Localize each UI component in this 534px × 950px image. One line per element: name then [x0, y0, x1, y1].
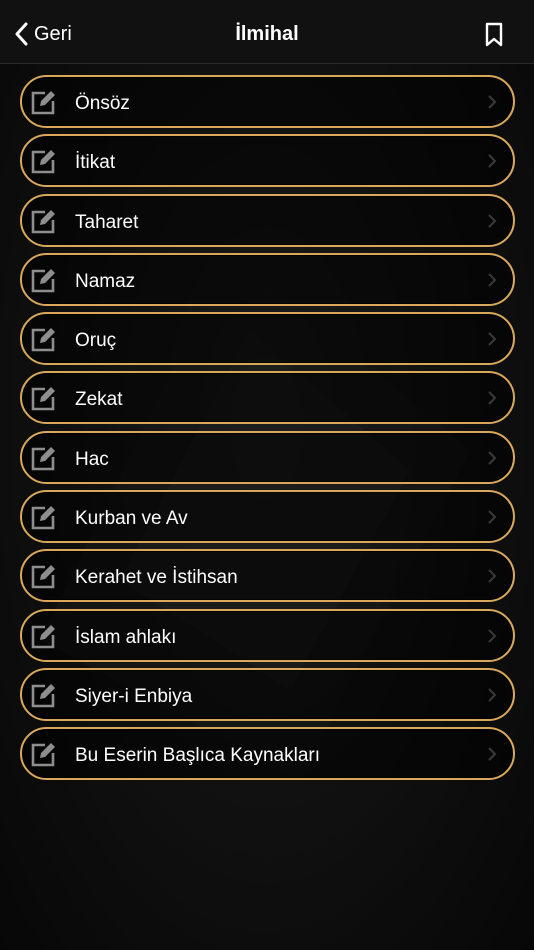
edit-icon: [31, 328, 55, 352]
edit-icon: [31, 91, 55, 115]
chevron-right-icon: [488, 332, 497, 346]
list-item-label: Kurban ve Av: [75, 508, 188, 530]
edit-icon: [31, 683, 55, 708]
navigation-bar: Geri İlmihal: [0, 0, 534, 64]
chevron-right-icon: [488, 273, 497, 287]
list-item[interactable]: Önsöz: [20, 75, 515, 128]
chevron-right-icon: [488, 451, 497, 465]
list-item-label: Taharet: [75, 211, 139, 233]
list-item[interactable]: Taharet: [20, 193, 515, 247]
list-item-label: Oruç: [75, 330, 117, 352]
edit-icon: [31, 268, 55, 293]
list-item-label: Bu Eserin Başlıca Kaynakları: [75, 745, 321, 767]
list-item[interactable]: Siyer-i Enbiya: [20, 667, 515, 721]
chevron-right-icon: [488, 154, 497, 169]
chevron-right-icon: [488, 95, 497, 109]
list-item-label: Zekat: [75, 389, 123, 411]
list-item-label: Siyer-i Enbiya: [75, 685, 193, 707]
list-item[interactable]: Kerahet ve İstihsan: [20, 549, 515, 603]
chevron-right-icon: [488, 628, 497, 643]
chevron-right-icon: [488, 747, 497, 761]
list-item-label: Kerahet ve İstihsan: [75, 567, 238, 589]
edit-icon: [31, 743, 55, 767]
list-item[interactable]: Zekat: [20, 371, 515, 425]
list-item-label: Namaz: [75, 270, 136, 292]
list-item[interactable]: Kurban ve Av: [20, 490, 515, 544]
chevron-right-icon: [488, 391, 497, 406]
edit-icon: [31, 209, 55, 233]
edit-icon: [31, 150, 55, 174]
edit-icon: [31, 506, 55, 530]
page-title: İlmihal: [235, 23, 299, 45]
list-item[interactable]: Oruç: [20, 312, 515, 366]
list-item[interactable]: Namaz: [20, 252, 515, 306]
edit-icon: [31, 565, 55, 589]
list-item[interactable]: İslam ahlakı: [20, 608, 515, 662]
list-item[interactable]: İtikat: [20, 134, 515, 188]
list-item[interactable]: Hac: [20, 430, 515, 484]
edit-icon: [31, 387, 55, 411]
bookmark-icon: [485, 22, 503, 47]
edit-icon: [31, 624, 55, 648]
edit-icon: [31, 446, 55, 471]
back-button[interactable]: Geri: [14, 18, 72, 50]
bookmark-button[interactable]: [482, 22, 506, 48]
list-item[interactable]: Bu Eserin Başlıca Kaynakları: [20, 727, 515, 781]
chevron-right-icon: [488, 569, 497, 584]
list-item-label: Hac: [75, 448, 109, 470]
list-item-label: İslam ahlakı: [75, 626, 177, 648]
chevron-right-icon: [488, 510, 497, 524]
list-item-label: Önsöz: [75, 93, 130, 114]
back-label: Geri: [34, 22, 72, 45]
chevron-right-icon: [488, 213, 497, 228]
chevron-right-icon: [488, 688, 497, 702]
chevron-left-icon: [15, 22, 28, 46]
list-item-label: İtikat: [75, 152, 116, 174]
chapter-list: Önsöz İtikat Taharet Namaz Oruç Zekat Ha…: [20, 75, 515, 787]
